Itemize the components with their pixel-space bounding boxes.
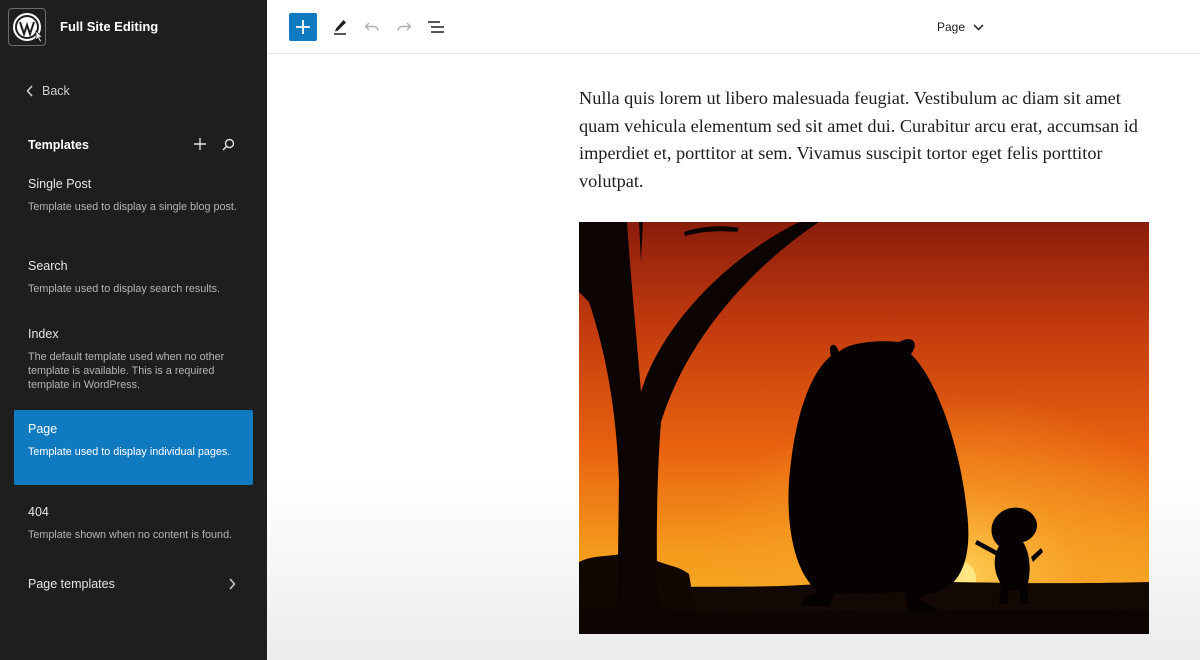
wordpress-logo-icon[interactable] bbox=[8, 8, 46, 46]
chevron-down-icon bbox=[973, 23, 984, 31]
templates-header: Templates bbox=[28, 136, 240, 152]
undo-button[interactable] bbox=[363, 18, 381, 36]
pencil-icon bbox=[334, 20, 346, 35]
plus-icon bbox=[296, 20, 310, 34]
image-block[interactable] bbox=[579, 222, 1149, 634]
list-view-button[interactable] bbox=[427, 18, 445, 36]
template-name: Index bbox=[28, 327, 59, 341]
search-templates-button[interactable] bbox=[220, 136, 236, 152]
chevron-right-icon bbox=[229, 578, 236, 590]
templates-title: Templates bbox=[28, 138, 89, 152]
editor-toolbar: Page bbox=[267, 0, 1200, 54]
plus-icon bbox=[194, 138, 206, 150]
template-name: Single Post bbox=[28, 177, 92, 191]
template-description: Template shown when no content is found. bbox=[28, 529, 233, 541]
site-header: Full Site Editing bbox=[0, 0, 267, 54]
template-name: Search bbox=[28, 259, 68, 273]
document-title: Page bbox=[937, 20, 966, 34]
template-item-404[interactable]: 404 Template shown when no content is fo… bbox=[14, 505, 253, 542]
template-item-single-post[interactable]: Single Post Template used to display a s… bbox=[14, 177, 253, 214]
add-block-button[interactable] bbox=[289, 13, 317, 41]
template-name: Page bbox=[28, 422, 58, 436]
template-description: Template used to display search results. bbox=[28, 283, 221, 295]
sidebar: Full Site Editing Back Templates Single … bbox=[0, 0, 267, 660]
template-item-page[interactable]: Page Template used to display individual… bbox=[14, 410, 253, 485]
template-description: The default template used when no other … bbox=[28, 351, 225, 391]
undo-icon bbox=[364, 22, 379, 31]
redo-button[interactable] bbox=[395, 18, 413, 36]
template-name: 404 bbox=[28, 505, 49, 519]
list-view-icon bbox=[428, 21, 444, 33]
editor-canvas: Nulla quis lorem ut libero malesuada feu… bbox=[267, 55, 1200, 660]
back-label: Back bbox=[42, 84, 70, 98]
template-description: Template used to display individual page… bbox=[28, 446, 231, 458]
sunset-silhouette-image bbox=[579, 222, 1149, 634]
back-button[interactable]: Back bbox=[26, 84, 70, 98]
template-item-index[interactable]: Index The default template used when no … bbox=[14, 327, 253, 392]
site-title: Full Site Editing bbox=[60, 19, 159, 34]
template-description: Template used to display a single blog p… bbox=[28, 201, 237, 213]
paragraph-block[interactable]: Nulla quis lorem ut libero malesuada feu… bbox=[579, 85, 1154, 195]
redo-icon bbox=[397, 22, 412, 31]
document-title-dropdown[interactable]: Page bbox=[937, 20, 984, 34]
tools-button[interactable] bbox=[331, 18, 349, 36]
search-icon bbox=[221, 138, 234, 151]
add-template-button[interactable] bbox=[192, 136, 208, 152]
chevron-left-icon bbox=[26, 85, 33, 97]
page-templates-link[interactable]: Page templates bbox=[28, 577, 236, 591]
template-item-search[interactable]: Search Template used to display search r… bbox=[14, 259, 253, 296]
page-templates-label: Page templates bbox=[28, 577, 115, 591]
